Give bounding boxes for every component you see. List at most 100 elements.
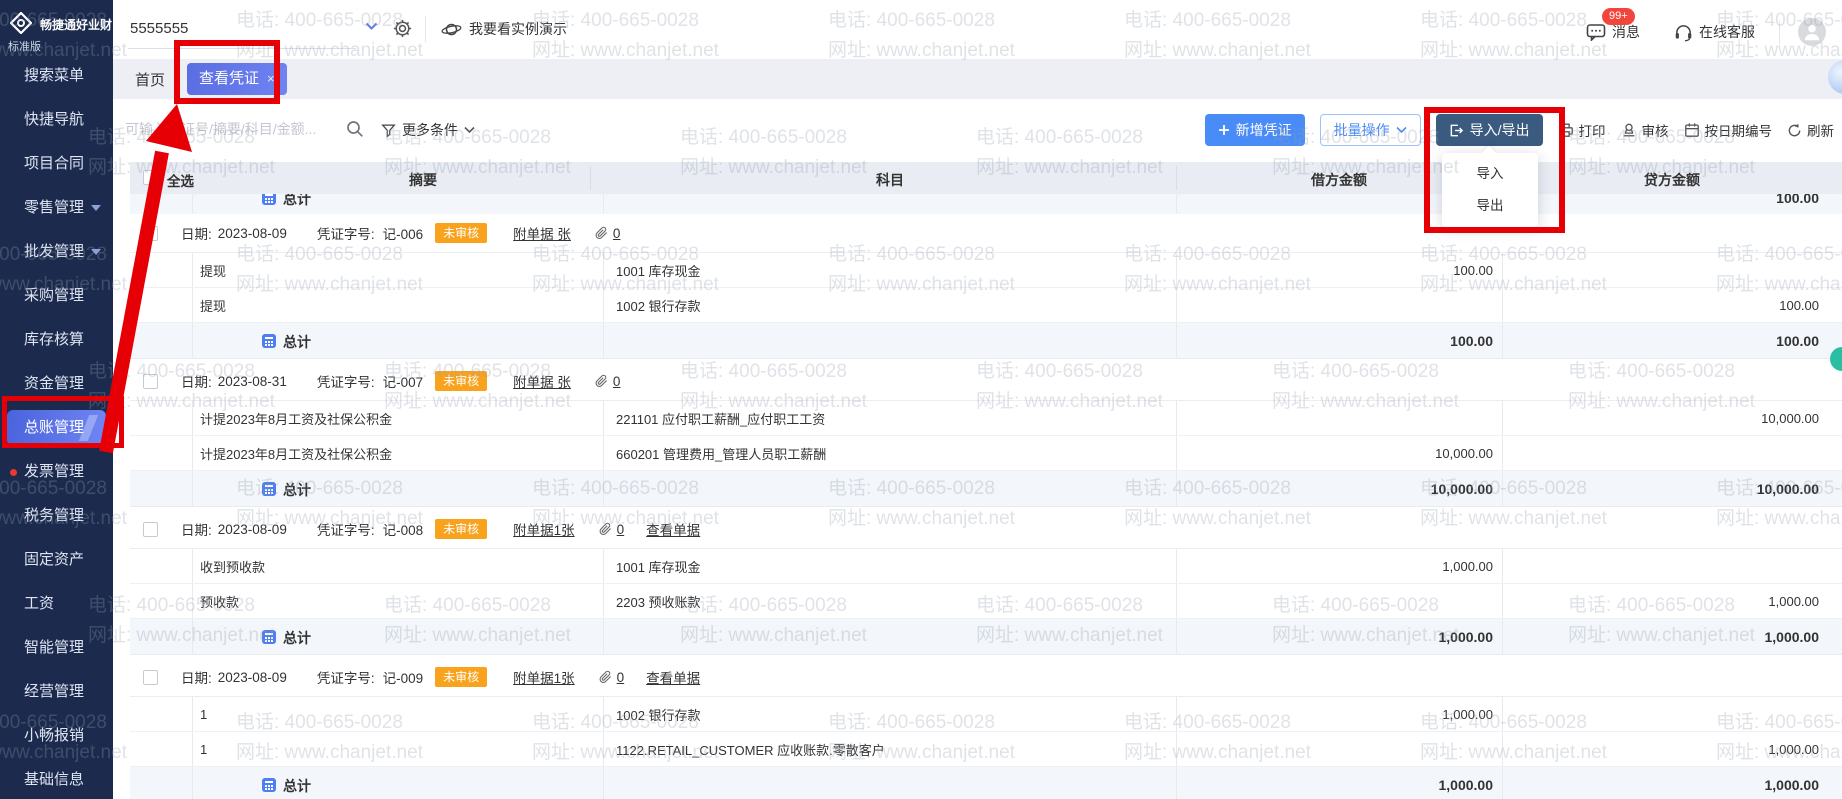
row-checkbox[interactable] bbox=[143, 374, 158, 389]
view-documents-link[interactable]: 查看单据 bbox=[646, 667, 700, 687]
attachment-link[interactable]: 附单据1张 bbox=[513, 519, 575, 539]
sidebar-item-3[interactable]: 零售管理 bbox=[0, 186, 113, 230]
topbar-right: 消息 99+ 在线客服 bbox=[1586, 18, 1826, 46]
column-subject: 科目 bbox=[876, 170, 904, 190]
voucher-entry-row: 11122.RETAIL_CUSTOMER 应收账款.零散客户1,000.00 bbox=[130, 732, 1842, 767]
total-credit: 100.00 bbox=[1776, 194, 1819, 214]
import-export-label: 导入/导出 bbox=[1470, 120, 1530, 140]
company-name[interactable]: 5555555 bbox=[130, 20, 188, 37]
tab-label: 查看凭证 bbox=[199, 63, 259, 95]
entry-credit: 1,000.00 bbox=[1768, 732, 1819, 766]
voucher-group-0: 日期:2023-08-09凭证字号:记-006未审核附单据 张0提现1001 库… bbox=[130, 214, 1842, 359]
voucher-total-row: 总计1,000.001,000.00 bbox=[130, 619, 1842, 655]
dropdown-item-1[interactable]: 导出 bbox=[1442, 190, 1538, 222]
sidebar-item-13[interactable]: 智能管理 bbox=[0, 626, 113, 670]
attachment-count: 0 bbox=[599, 670, 625, 685]
batch-operations-button[interactable]: 批量操作 bbox=[1320, 114, 1421, 146]
plus-icon bbox=[1218, 124, 1230, 136]
total-debit: 1,000.00 bbox=[1439, 767, 1494, 799]
view-documents-link[interactable]: 查看单据 bbox=[646, 519, 700, 539]
entry-subject: 1002 银行存款 bbox=[616, 288, 701, 322]
topbar-divider bbox=[1779, 20, 1780, 44]
total-credit: 100.00 bbox=[1776, 323, 1819, 358]
topbar: 5555555 我要看实例演示 bbox=[113, 0, 1842, 59]
tab-label: 首页 bbox=[135, 72, 165, 89]
audit-stamp-icon bbox=[1621, 122, 1637, 138]
row-checkbox[interactable] bbox=[143, 670, 158, 685]
attachment-count-link[interactable]: 0 bbox=[617, 670, 625, 685]
select-all-label: 全选 bbox=[167, 170, 194, 190]
row-checkbox[interactable] bbox=[143, 522, 158, 537]
sidebar-item-label: 搜索菜单 bbox=[24, 67, 84, 84]
status-badge: 未审核 bbox=[435, 519, 487, 539]
attachment-count: 0 bbox=[595, 374, 621, 389]
refresh-button[interactable]: 刷新 bbox=[1787, 120, 1834, 140]
row-checkbox[interactable] bbox=[143, 226, 158, 241]
sidebar-item-0[interactable]: 搜索菜单 bbox=[0, 54, 113, 98]
total-label: 总计 bbox=[283, 332, 311, 352]
date-label: 日期: bbox=[181, 371, 212, 391]
sidebar-item-label: 快捷导航 bbox=[24, 111, 84, 128]
toolbar: 更多条件 新增凭证 批量操作 导入/导出 bbox=[113, 99, 1842, 162]
attachment-count-link[interactable]: 0 bbox=[613, 374, 621, 389]
print-button[interactable]: 打印 bbox=[1558, 120, 1606, 140]
voucher-no-value: 记-008 bbox=[383, 519, 424, 539]
demo-link[interactable]: 我要看实例演示 bbox=[441, 19, 567, 39]
attachment-count-link[interactable]: 0 bbox=[613, 226, 621, 241]
total-debit: 100.00 bbox=[1450, 323, 1493, 358]
sidebar-item-4[interactable]: 批发管理 bbox=[0, 230, 113, 274]
sidebar-item-10[interactable]: 税务管理 bbox=[0, 494, 113, 538]
voucher-group-1: 日期:2023-08-31凭证字号:记-007未审核附单据 张0计提2023年8… bbox=[130, 362, 1842, 507]
total-debit: 1,000.00 bbox=[1439, 619, 1494, 654]
audit-label: 审核 bbox=[1642, 120, 1669, 140]
more-conditions-button[interactable]: 更多条件 bbox=[381, 120, 475, 140]
voucher-entry-row: 预收款2203 预收账款1,000.00 bbox=[130, 584, 1842, 619]
search-icon[interactable] bbox=[346, 120, 364, 138]
voucher-no-label: 凭证字号: bbox=[317, 667, 375, 687]
entry-subject: 2203 预收账款 bbox=[616, 584, 701, 618]
tab-close-icon[interactable]: × bbox=[267, 63, 275, 95]
number-by-date-button[interactable]: 按日期编号 bbox=[1684, 120, 1773, 140]
total-label: 总计 bbox=[283, 194, 311, 209]
edition-label: 标准版 bbox=[8, 38, 41, 54]
column-debit: 借方金额 bbox=[1311, 170, 1367, 190]
audit-button[interactable]: 审核 bbox=[1621, 120, 1669, 140]
sidebar-item-14[interactable]: 经营管理 bbox=[0, 670, 113, 714]
entry-summary: 收到预收款 bbox=[200, 549, 265, 583]
attachment-link[interactable]: 附单据 张 bbox=[513, 371, 571, 391]
new-voucher-button[interactable]: 新增凭证 bbox=[1205, 114, 1305, 146]
dropdown-item-0[interactable]: 导入 bbox=[1442, 158, 1538, 190]
settings-gear-icon[interactable] bbox=[393, 19, 412, 38]
search-input[interactable] bbox=[125, 113, 340, 145]
sidebar-item-11[interactable]: 固定资产 bbox=[0, 538, 113, 582]
sidebar-item-9[interactable]: 发票管理 bbox=[0, 450, 113, 494]
online-support-button[interactable]: 在线客服 bbox=[1674, 22, 1755, 42]
sidebar-item-1[interactable]: 快捷导航 bbox=[0, 98, 113, 142]
topbar-divider bbox=[425, 16, 426, 42]
select-all-checkbox[interactable] bbox=[143, 170, 158, 185]
sidebar-item-label: 总账管理 bbox=[24, 419, 84, 436]
sidebar-item-5[interactable]: 采购管理 bbox=[0, 274, 113, 318]
company-switch-chevron-icon[interactable] bbox=[365, 22, 378, 31]
tab-0[interactable]: 首页 bbox=[135, 69, 165, 90]
sidebar-item-12[interactable]: 工资 bbox=[0, 582, 113, 626]
messages-button[interactable]: 消息 99+ bbox=[1586, 22, 1646, 42]
voucher-entry-row: 提现1001 库存现金100.00 bbox=[130, 253, 1842, 288]
attachment-count-link[interactable]: 0 bbox=[617, 522, 625, 537]
sidebar-item-16[interactable]: 基础信息 bbox=[0, 758, 113, 799]
refresh-icon bbox=[1787, 123, 1802, 138]
sidebar-item-7[interactable]: 资金管理 bbox=[0, 362, 113, 406]
tab-1[interactable]: 查看凭证× bbox=[187, 63, 287, 95]
sidebar-item-15[interactable]: 小畅报销 bbox=[0, 714, 113, 758]
attachment-link[interactable]: 附单据1张 bbox=[513, 667, 575, 687]
sidebar-item-2[interactable]: 项目合同 bbox=[0, 142, 113, 186]
sidebar-item-8[interactable]: 总账管理 bbox=[7, 410, 106, 446]
entry-summary: 计提2023年8月工资及社保公积金 bbox=[200, 436, 392, 470]
sidebar-item-6[interactable]: 库存核算 bbox=[0, 318, 113, 362]
date-label: 日期: bbox=[181, 667, 212, 687]
attachment-link[interactable]: 附单据 张 bbox=[513, 223, 571, 243]
import-export-button[interactable]: 导入/导出 bbox=[1436, 114, 1543, 146]
notification-dot bbox=[10, 469, 17, 476]
avatar[interactable] bbox=[1798, 18, 1826, 46]
sidebar: 畅捷通好业财 标准版 搜索菜单快捷导航项目合同零售管理批发管理采购管理库存核算资… bbox=[0, 0, 113, 799]
